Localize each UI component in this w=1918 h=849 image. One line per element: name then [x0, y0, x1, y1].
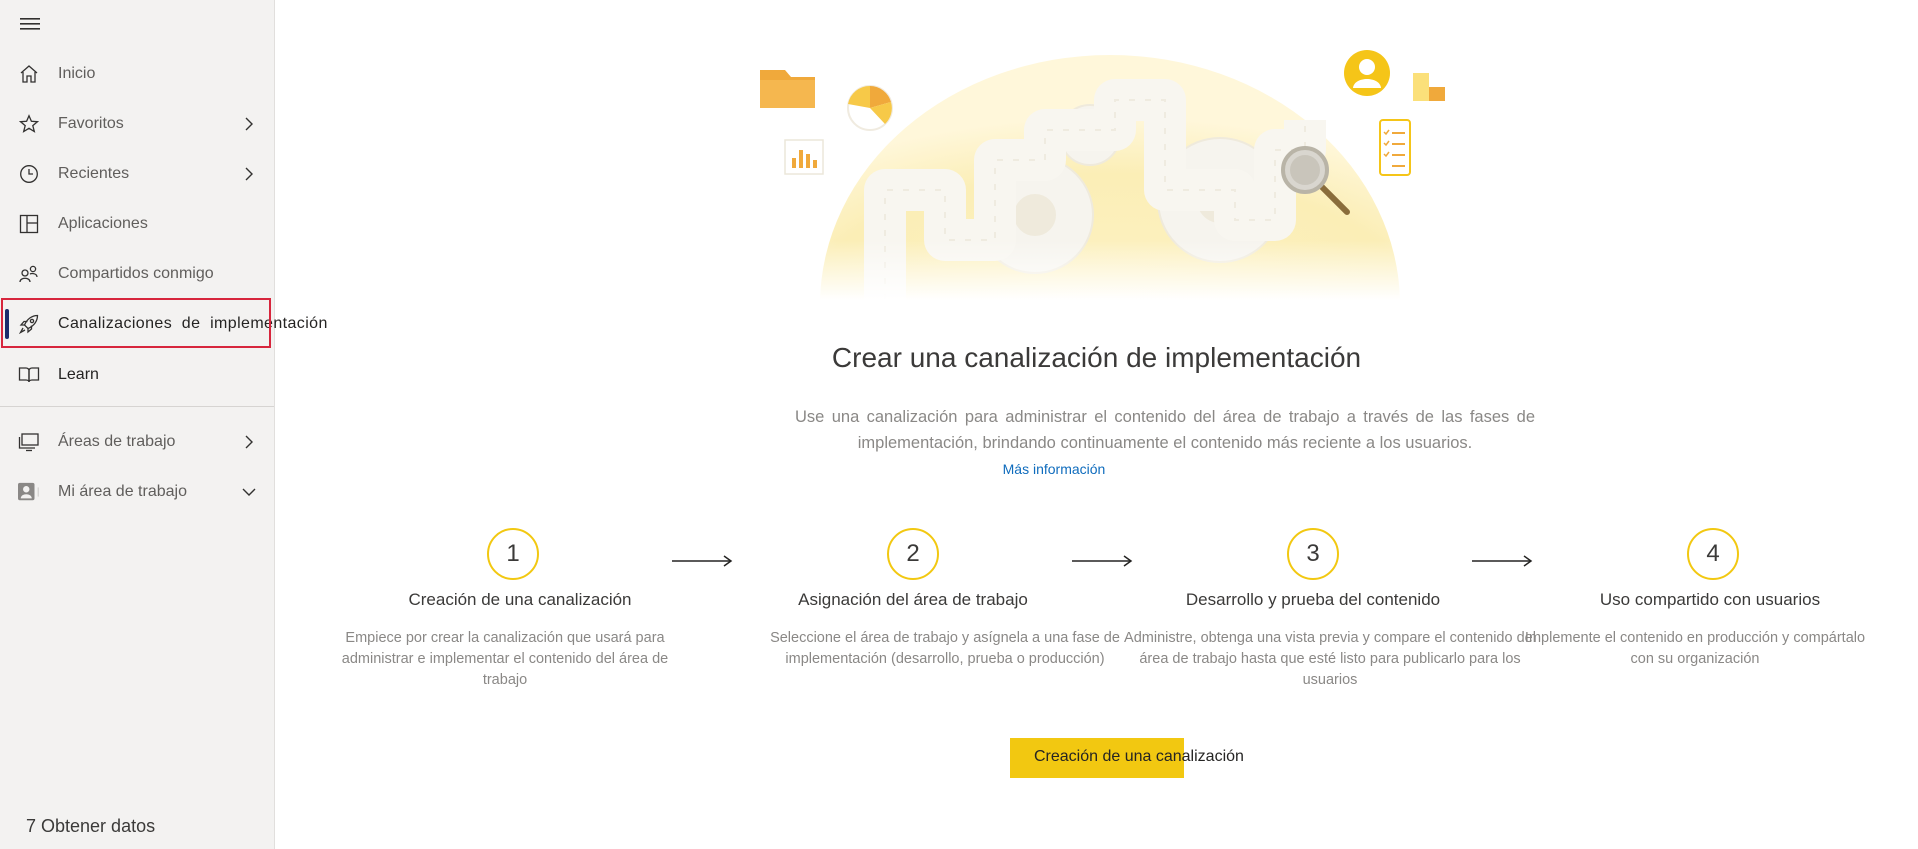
step-title: Creación de una canalización	[408, 590, 632, 609]
nav-item-label: Mi área de trabajo	[58, 483, 187, 500]
nav-item-label: Recientes	[58, 165, 130, 182]
apps-icon	[18, 213, 40, 235]
home-icon	[18, 63, 40, 85]
step-number-circle: 1	[487, 528, 539, 580]
rocket-icon	[18, 313, 40, 335]
clock-icon	[18, 163, 40, 185]
user-avatar-icon	[1344, 50, 1390, 96]
step-title: Desarrollo y prueba del contenido	[1185, 590, 1441, 609]
nav-item-canalizaciones[interactable]: Canalizaciones de implementación	[0, 299, 327, 349]
pipeline-illustration	[745, 50, 1465, 300]
chevron-right-icon[interactable]	[241, 116, 257, 132]
nav-item-favoritos[interactable]: Favoritos	[0, 99, 275, 149]
more-info-link[interactable]: Más información	[275, 461, 1833, 477]
star-icon	[18, 113, 40, 135]
nav-item-label: Áreas de trabajo	[58, 433, 176, 450]
nav-item-recientes[interactable]: Recientes	[0, 149, 275, 199]
step-description: Empiece por crear la canalización que us…	[341, 630, 669, 688]
step-description: Seleccione el área de trabajo y asígnela…	[770, 630, 1120, 667]
arrow-right-icon	[1472, 555, 1533, 567]
people-icon	[18, 263, 40, 285]
step-number-circle: 3	[1287, 528, 1339, 580]
nav-item-inicio[interactable]: Inicio	[0, 49, 275, 99]
nav-item-aplicaciones[interactable]: Aplicaciones	[0, 199, 275, 249]
get-data-link[interactable]: 7 Obtener datos	[26, 816, 155, 837]
main-content: Crear una canalización de implementación…	[275, 0, 1918, 849]
step-title: Asignación del área de trabajo	[798, 590, 1028, 609]
nav-item-label: Aplicaciones	[58, 215, 148, 232]
nav-item-compartidos[interactable]: Compartidos conmigo	[0, 249, 275, 299]
nav-item-label: Learn	[58, 366, 99, 383]
pie-chart-icon	[847, 85, 893, 131]
arrow-right-icon	[672, 555, 733, 567]
checklist-icon	[1379, 119, 1411, 176]
active-indicator	[5, 309, 9, 339]
page-title: Crear una canalización de implementación	[831, 342, 1362, 373]
nav-item-areas-de-trabajo[interactable]: Áreas de trabajo	[0, 417, 275, 467]
step-title: Uso compartido con usuarios	[1599, 590, 1821, 609]
nav-item-label: Compartidos conmigo	[58, 265, 214, 282]
hamburger-icon[interactable]	[20, 16, 42, 32]
step-number-circle: 4	[1687, 528, 1739, 580]
chevron-down-icon[interactable]	[241, 484, 257, 500]
workspaces-icon	[18, 431, 40, 453]
nav-item-label: Favoritos	[58, 115, 124, 132]
chevron-right-icon[interactable]	[241, 434, 257, 450]
chevron-right-icon[interactable]	[241, 166, 257, 182]
nav-item-label: Inicio	[58, 65, 96, 82]
sidebar-divider	[0, 406, 274, 407]
step-description: Administre, obtenga una vista previa y c…	[1124, 630, 1536, 688]
step-description: Implemente el contenido en producción y …	[1524, 630, 1866, 667]
create-pipeline-button-label[interactable]: Creación de una canalización	[1034, 748, 1244, 766]
page-description: Use una canalización para administrar el…	[795, 408, 1535, 452]
bar-chart-icon	[784, 139, 824, 175]
user-workspace-icon	[18, 481, 40, 503]
left-nav-pane: Inicio Favoritos Recientes Aplicaciones …	[0, 0, 327, 849]
nav-item-mi-area-de-trabajo[interactable]: Mi área de trabajo	[0, 467, 275, 517]
arrow-right-icon	[1072, 555, 1133, 567]
folder-icon	[760, 70, 815, 108]
book-icon	[18, 364, 40, 386]
step-number-circle: 2	[887, 528, 939, 580]
nav-item-learn[interactable]: Learn	[0, 350, 275, 400]
